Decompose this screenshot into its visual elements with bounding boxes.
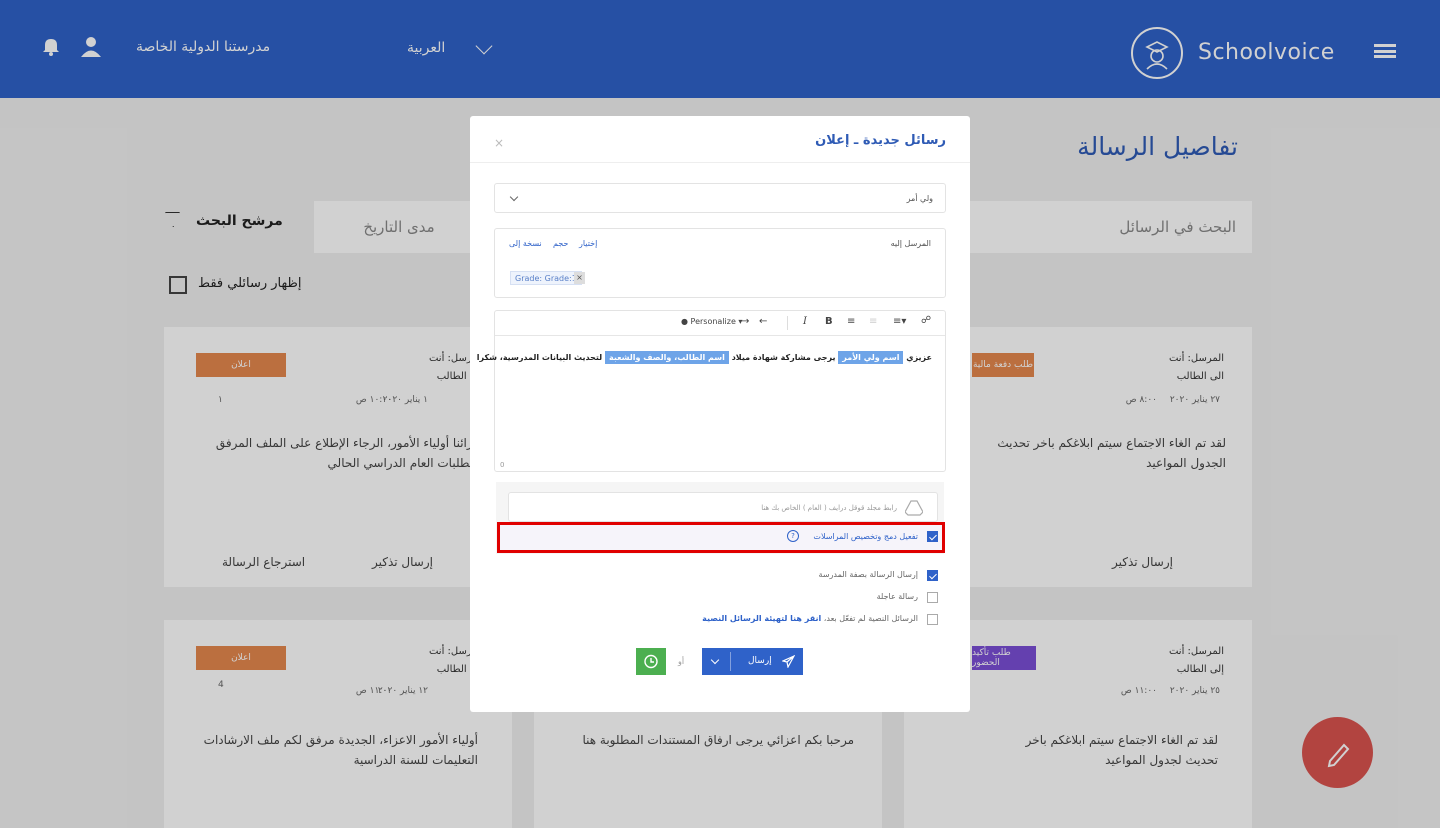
- sms-checkbox[interactable]: [927, 614, 938, 625]
- help-icon[interactable]: ?: [787, 530, 799, 542]
- paper-plane-icon: [781, 654, 796, 671]
- message-editor[interactable]: ● Personalize ▾ → ← I B ≡ ≡ ≡▾ ☍ 0: [494, 310, 946, 472]
- schedule-button[interactable]: [636, 648, 666, 675]
- student-info-merge-tag: اسم الطالب، والصف والشعبة: [604, 351, 729, 364]
- close-icon[interactable]: ×: [494, 136, 504, 150]
- list-icon[interactable]: ≡: [847, 316, 855, 327]
- align-icon[interactable]: ≡▾: [893, 316, 906, 327]
- parent-name-merge-tag: اسم ولي الأمر: [838, 351, 904, 364]
- modal-title: رسائل جديدة ـ إعلان: [815, 133, 946, 148]
- drive-link-input[interactable]: رابط مجلد قوقل درايف ( العام ) الخاص بك …: [508, 492, 938, 522]
- merge-personalize-checkbox[interactable]: [927, 531, 938, 542]
- indent-icon[interactable]: →: [741, 316, 749, 327]
- recipients-field[interactable]: المرسل إليه إختيار حجم نسخة إلى: [494, 228, 946, 298]
- clock-icon: [644, 654, 658, 669]
- chevron-down-icon[interactable]: [710, 655, 720, 665]
- choose-link[interactable]: إختيار: [579, 239, 597, 248]
- send-button[interactable]: إرسال: [702, 648, 803, 675]
- outdent-icon[interactable]: ←: [759, 316, 767, 327]
- urgent-message-checkbox[interactable]: [927, 592, 938, 603]
- italic-button[interactable]: I: [803, 316, 807, 327]
- recipient-type-select[interactable]: ولي أمر: [494, 183, 946, 213]
- google-drive-icon: [904, 500, 924, 520]
- bold-button[interactable]: B: [825, 316, 833, 327]
- chevron-down-icon: [509, 192, 519, 202]
- link-icon[interactable]: ☍: [921, 315, 931, 326]
- remove-chip-button[interactable]: ×: [574, 272, 585, 284]
- character-count: 0: [500, 461, 505, 469]
- send-as-school-checkbox[interactable]: [927, 570, 938, 581]
- size-link[interactable]: حجم: [553, 239, 568, 248]
- clear-format-icon[interactable]: ≡: [869, 316, 877, 327]
- copy-to-link[interactable]: نسخة إلى: [509, 239, 542, 248]
- merge-personalize-label: تفعيل دمج وتخصيص المراسلات: [813, 532, 918, 541]
- recipient-chip: Grade: Grade:1: [510, 271, 582, 285]
- message-body-text: عزيزي اسم ولي الأمر يرجى مشاركة شهادة مي…: [476, 351, 932, 364]
- sms-setup-link[interactable]: انقر هنا لتهيئة الرسائل النصية: [702, 614, 821, 623]
- personalize-dropdown[interactable]: ● Personalize ▾: [681, 317, 742, 326]
- or-label: أو: [678, 657, 685, 666]
